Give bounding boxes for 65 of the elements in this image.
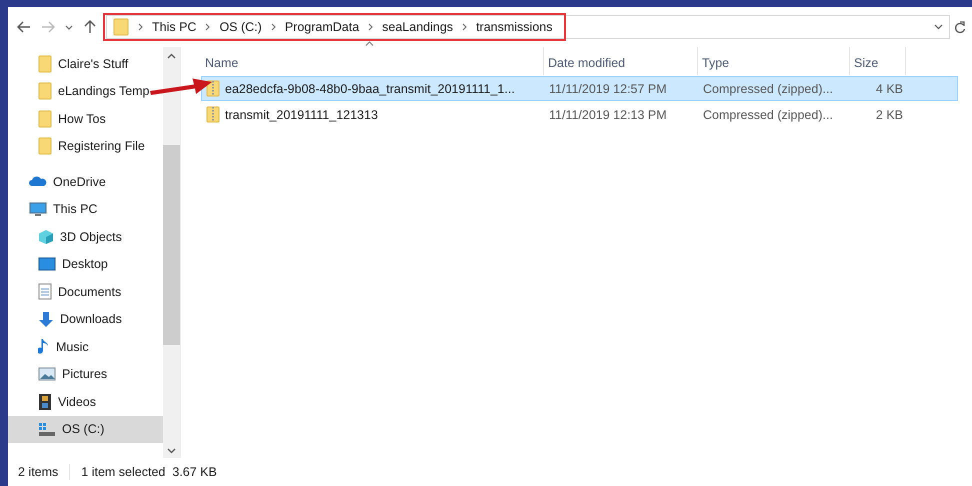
zip-folder-icon: [206, 80, 220, 97]
size-cell-text: 2 KB: [874, 108, 904, 122]
nav-item[interactable]: 3D Objects: [8, 223, 163, 250]
chevron-icon: [138, 23, 143, 31]
cube-icon: [38, 228, 54, 245]
folder-icon: [38, 82, 52, 100]
nav-item[interactable]: Pictures: [8, 360, 163, 388]
column-header[interactable]: Date modified: [544, 47, 698, 75]
down-arrow-icon: [38, 310, 54, 328]
chevron-icon: [205, 23, 210, 31]
column-header[interactable]: Size: [850, 47, 906, 75]
nav-item[interactable]: OS (C:): [8, 416, 163, 443]
nav-item[interactable]: Documents: [8, 278, 163, 306]
type-cell-text: Compressed (zipped)...: [702, 82, 834, 96]
nav-item[interactable]: How Tos: [8, 105, 163, 132]
refresh-icon[interactable]: [954, 20, 966, 34]
nav-item[interactable]: Claire's Stuff: [8, 50, 163, 78]
chevron-icon: [462, 23, 468, 31]
cloud-icon: [29, 176, 47, 188]
landscape-icon: [38, 367, 56, 382]
film-icon: [38, 392, 52, 411]
nav-item[interactable]: Videos: [8, 388, 163, 416]
column-header[interactable]: Type: [698, 47, 850, 75]
nav-item[interactable]: Downloads: [8, 306, 163, 333]
scroll-thumb[interactable]: [163, 145, 180, 345]
scrollbar[interactable]: [163, 47, 180, 458]
music-note-icon: [38, 338, 50, 356]
zip-folder-icon: [206, 106, 220, 123]
scroll-down-icon[interactable]: [167, 448, 176, 454]
file-name: ea28edcfa-9b08-48b0-9baa_transmit_20191111_1...: [225, 82, 515, 96]
document-icon: [38, 283, 52, 300]
chevron-icon: [270, 23, 276, 31]
nav-item[interactable]: OneDrive: [8, 168, 163, 196]
chevron-icon: [368, 23, 374, 31]
breadcrumb[interactable]: OS (C:): [219, 20, 262, 34]
scroll-up-icon[interactable]: [167, 53, 176, 59]
folder-icon: [113, 18, 129, 36]
nav-item[interactable]: This PC: [8, 196, 163, 223]
breadcrumb[interactable]: transmissions: [476, 20, 552, 34]
file-row[interactable]: ea28edcfa-9b08-48b0-9baa_transmit_20191111_1... 11/11/2019 12:57 PM Compressed (zipped)... 4 KB: [201, 76, 958, 101]
breadcrumb[interactable]: seaLandings: [382, 20, 454, 34]
address-bar[interactable]: This PC OS (C:) ProgramData seaLandings transmissions: [106, 15, 950, 39]
monitor-icon: [29, 202, 47, 217]
nav-item[interactable]: Desktop: [8, 250, 163, 278]
nav-item[interactable]: eLandings Temp: [8, 78, 163, 105]
desktop-icon: [38, 257, 56, 272]
breadcrumb[interactable]: This PC: [152, 20, 196, 34]
file-row[interactable]: transmit_20191111_121313 11/11/2019 12:13 PM Compressed (zipped)... 2 KB: [201, 102, 958, 127]
file-name: transmit_20191111_121313: [225, 108, 378, 122]
breadcrumb[interactable]: ProgramData: [284, 20, 360, 34]
folder-icon: [38, 54, 52, 73]
selection-size: 3.67 KB: [172, 465, 217, 479]
folder-icon: [38, 110, 52, 128]
type-cell-text: Compressed (zipped)...: [702, 108, 834, 122]
folder-icon: [38, 137, 52, 156]
nav-item[interactable]: Music: [8, 333, 163, 360]
nav-item[interactable]: Registering File: [8, 132, 163, 160]
dropdown-icon[interactable]: [934, 24, 943, 30]
date-cell-text: 11/11/2019 12:13 PM: [548, 108, 668, 122]
drive-icon: [38, 421, 56, 438]
size-cell-text: 4 KB: [874, 82, 904, 96]
selection-info: 1 item selected: [81, 465, 166, 479]
column-header[interactable]: Name: [201, 47, 544, 75]
item-count: 2 items: [18, 465, 58, 479]
date-cell-text: 11/11/2019 12:57 PM: [548, 82, 668, 96]
